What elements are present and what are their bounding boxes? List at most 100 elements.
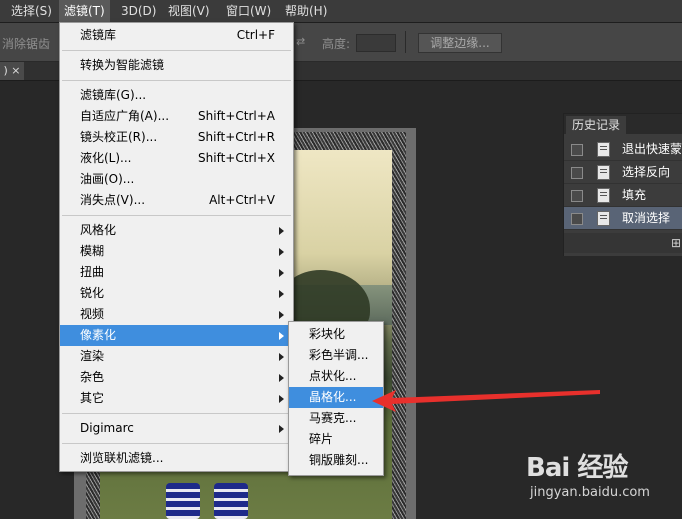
options-divider [405,31,406,53]
watermark-url: jingyan.baidu.com [530,485,650,500]
photo-left-sock [166,483,200,519]
menu-item-label: 转换为智能滤镜 [80,58,165,72]
history-step-icon [597,142,610,157]
submenu-arrow-icon [279,374,284,382]
menu-item-digimarc[interactable]: Digimarc [60,418,293,439]
submenu-item-label: 点状化... [309,369,357,383]
menu-item-convert-smart-filter[interactable]: 转换为智能滤镜 [60,55,293,76]
height-input[interactable] [356,34,396,52]
submenu-item-label: 碎片 [309,432,334,446]
menu-item-label: 锐化 [80,286,105,300]
menu-bar: 选择(S) 滤镜(T) 3D(D) 视图(V) 窗口(W) 帮助(H) [0,0,682,23]
refine-edge-button[interactable]: 调整边缘... [418,33,502,53]
annotation-arrow-icon [372,390,600,412]
menu-item-label: Digimarc [80,421,134,435]
submenu-arrow-icon [279,269,284,277]
menu-item-shortcut: Ctrl+F [236,28,275,42]
history-snapshot-checkbox[interactable] [571,190,583,202]
history-snapshot-checkbox[interactable] [571,167,583,179]
submenu-item-label: 晶格化... [309,390,357,404]
submenu-item-mosaic[interactable]: 马赛克... [289,408,383,429]
history-panel: 历史记录 退出快速蒙 选择反向 填充 取消选择 ⊞ [563,113,682,256]
history-item-label: 退出快速蒙 [622,142,682,156]
submenu-item-label: 彩色半调... [309,348,369,362]
menu-item-filter-gallery[interactable]: 滤镜库(G)... [60,85,293,106]
history-tabbar: 历史记录 [564,114,682,134]
menu-item-video[interactable]: 视频 [60,304,293,325]
menu-item-label: 其它 [80,391,105,405]
menu-item-other[interactable]: 其它 [60,388,293,409]
baidu-watermark: Bai 经验 jingyan.baidu.com [526,447,682,507]
menu-item-stylize[interactable]: 风格化 [60,220,293,241]
menu-item-blur[interactable]: 模糊 [60,241,293,262]
menu-view[interactable]: 视图(V) [163,0,215,22]
menu-select[interactable]: 选择(S) [6,0,57,22]
menu-divider [62,50,291,51]
menu-item-label: 滤镜库 [80,28,117,42]
submenu-item-mezzotint[interactable]: 铜版雕刻... [289,450,383,471]
menu-filter[interactable]: 滤镜(T) [59,0,110,22]
photo-right-sock [214,483,248,519]
menu-item-label: 扭曲 [80,265,105,279]
menu-item-adaptive-wide-angle[interactable]: 自适应广角(A)... Shift+Ctrl+A [60,106,293,127]
menu-item-vanishing-point[interactable]: 消失点(V)... Alt+Ctrl+V [60,190,293,211]
history-step-icon [597,211,610,226]
submenu-arrow-icon [279,353,284,361]
menu-item-lens-correction[interactable]: 镜头校正(R)... Shift+Ctrl+R [60,127,293,148]
history-item-label: 选择反向 [622,165,671,179]
menu-item-label: 杂色 [80,370,105,384]
menu-item-pixelate[interactable]: 像素化 [60,325,293,346]
menu-item-label: 镜头校正(R)... [80,130,158,144]
history-item-label: 填充 [622,188,647,202]
menu-window[interactable]: 窗口(W) [221,0,276,22]
history-snapshot-checkbox[interactable] [571,213,583,225]
antialias-label[interactable]: 消除锯齿 [2,35,50,52]
menu-item-label: 模糊 [80,244,105,258]
menu-item-liquify[interactable]: 液化(L)... Shift+Ctrl+X [60,148,293,169]
menu-item-sharpen[interactable]: 锐化 [60,283,293,304]
submenu-item-label: 马赛克... [309,411,357,425]
menu-divider [62,443,291,444]
history-snapshot-checkbox[interactable] [571,144,583,156]
menu-3d[interactable]: 3D(D) [116,0,161,22]
menu-item-filter-gallery-last[interactable]: 滤镜库 Ctrl+F [60,25,293,46]
menu-help[interactable]: 帮助(H) [280,0,332,22]
menu-item-render[interactable]: 渲染 [60,346,293,367]
new-document-icon[interactable]: ⊞ [671,236,681,250]
submenu-item-pointillize[interactable]: 点状化... [289,366,383,387]
close-tab-icon[interactable]: ) × [0,62,24,80]
history-footer: ⊞ [564,233,682,253]
history-tab[interactable]: 历史记录 [566,116,627,134]
submenu-arrow-icon [279,248,284,256]
submenu-item-crystallize[interactable]: 晶格化... [289,387,383,408]
menu-item-shortcut: Shift+Ctrl+X [198,151,275,165]
menu-divider [62,215,291,216]
menu-item-label: 油画(O)... [80,172,135,186]
menu-item-noise[interactable]: 杂色 [60,367,293,388]
menu-item-shortcut: Shift+Ctrl+A [198,109,275,123]
history-item-label: 取消选择 [622,211,671,225]
history-item[interactable]: 取消选择 [564,207,682,230]
submenu-item-fragment[interactable]: 碎片 [289,429,383,450]
menu-item-label: 像素化 [80,328,117,342]
submenu-arrow-icon [279,227,284,235]
menu-item-browse-online-filters[interactable]: 浏览联机滤镜... [60,448,293,469]
submenu-item-facet[interactable]: 彩块化 [289,324,383,345]
submenu-arrow-icon [279,425,284,433]
filter-menu: 滤镜库 Ctrl+F 转换为智能滤镜 滤镜库(G)... 自适应广角(A)...… [59,22,294,472]
submenu-item-color-halftone[interactable]: 彩色半调... [289,345,383,366]
history-item[interactable]: 填充 [564,184,682,207]
watermark-brand: Bai 经验 [526,453,628,483]
history-item[interactable]: 选择反向 [564,161,682,184]
menu-item-label: 自适应广角(A)... [80,109,170,123]
menu-item-label: 渲染 [80,349,105,363]
menu-item-shortcut: Alt+Ctrl+V [209,193,275,207]
menu-divider [62,413,291,414]
menu-item-distort[interactable]: 扭曲 [60,262,293,283]
swap-icon[interactable]: ⇄ [296,35,305,48]
height-label: 高度: [322,37,351,51]
history-item[interactable]: 退出快速蒙 [564,138,682,161]
menu-item-oil-paint[interactable]: 油画(O)... [60,169,293,190]
submenu-arrow-icon [279,332,284,340]
submenu-item-label: 铜版雕刻... [309,453,369,467]
